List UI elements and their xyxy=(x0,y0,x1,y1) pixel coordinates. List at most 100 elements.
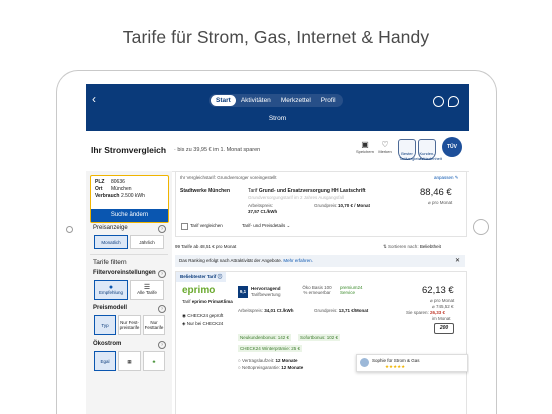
top-bar: ‹ Start Aktivitäten Merkzettel Profil St… xyxy=(86,84,469,131)
green-egal[interactable]: Egal xyxy=(94,351,116,371)
help-icon[interactable]: ? xyxy=(158,341,166,349)
baseline-base-price-label: Grundpreis: xyxy=(314,203,338,208)
edit-baseline-link[interactable]: anpassen ✎ xyxy=(434,175,459,181)
premium-badge: premium24 Service xyxy=(340,285,363,295)
help-icon[interactable]: ? xyxy=(158,305,166,313)
price-model-type[interactable]: Typ xyxy=(94,315,116,335)
ranking-info: Das Ranking erfolgt nach Attraktivität d… xyxy=(179,258,313,263)
popular-badge: Beliebtester Tarif ⓘ xyxy=(176,272,227,282)
baseline-provider: Stadtwerke München xyxy=(180,188,231,194)
baseline-card: Ihr Vergleichstarif: Grundversorger vore… xyxy=(175,171,467,237)
baseline-label: Ihr Vergleichstarif: Grundversorger vore… xyxy=(180,175,277,180)
tab-profil[interactable]: Profil xyxy=(316,95,341,106)
contract-term: ○ Vertragslaufzeit: 12 Monate xyxy=(238,358,298,363)
sort-dropdown[interactable]: ⇅ Sortieren nach: Beliebtheit xyxy=(383,244,441,250)
avatar xyxy=(360,358,369,367)
advisor-popup[interactable]: Sophie für Strom & Gas ★★★★★ xyxy=(356,354,468,372)
seal-badge: Bester Tarifvergleich xyxy=(398,139,423,160)
green-power-label: Ökostrom xyxy=(93,341,122,347)
rating-value: 9,1 xyxy=(238,286,248,298)
compare-checkbox[interactable] xyxy=(181,223,188,230)
check-icon: ○ xyxy=(238,358,241,363)
change-search-button[interactable]: Suche ändern xyxy=(91,209,168,222)
building-icon: ▦ xyxy=(127,358,132,364)
baseline-tariff: Tarif Grund- und Ersatzversorgung HH Las… xyxy=(248,188,366,194)
price-model-fixed-price[interactable]: Nur Fest-preistarife xyxy=(118,315,141,335)
close-icon[interactable]: ✕ xyxy=(455,257,460,264)
tab-merkzettel[interactable]: Merkzettel xyxy=(276,95,316,106)
filter-heading: Tarife filtern xyxy=(93,259,127,266)
advisor-name: Sophie für Strom & Gas xyxy=(372,358,420,363)
verbrauch-value: 2.500 kWh xyxy=(121,193,145,199)
tab-start[interactable]: Start xyxy=(211,95,236,106)
work-price: Arbeitspreis: 34,01 Ct./kWh xyxy=(238,308,294,313)
provider-logo: eprimo xyxy=(182,285,216,296)
price-model-fixed[interactable]: Nur Festtarife xyxy=(143,315,165,335)
bonus-instant: Sofortbonus: 102 € xyxy=(298,334,341,341)
help-icon[interactable]: ? xyxy=(158,270,166,278)
save-icon: ▣ xyxy=(361,140,369,149)
baseline-price: 88,46 € xyxy=(420,187,452,198)
green-option-2[interactable]: ▦ xyxy=(118,351,141,371)
tag-icon: ◈ xyxy=(182,321,186,326)
check24-verified: ◉ CHECK24 geprüft xyxy=(182,313,224,318)
presets-label: Filtervoreinstellungen xyxy=(93,270,156,276)
page-subtitle: Strom xyxy=(268,115,287,122)
filter-sidebar: PLZ 80636 Ort München Verbrauch 2.500 kWh S… xyxy=(86,171,172,414)
comparison-header: Ihr Stromvergleich · bis zu 39,95 € im 1… xyxy=(86,131,469,172)
chat-icon[interactable] xyxy=(448,96,459,107)
price-display-label: Preisanzeige xyxy=(93,225,128,231)
sort-icon: ⇅ xyxy=(383,244,387,249)
toggle-monthly[interactable]: Monatlich xyxy=(94,235,128,249)
compare-label: Tarif vergleichen xyxy=(190,223,223,228)
bonus-new-customer: Neukundenbonus: 142 € xyxy=(238,334,292,341)
price-model-label: Preismodell xyxy=(93,305,128,311)
green-option-3[interactable]: ♣ xyxy=(143,351,165,371)
offer-savings-sub: im Monat xyxy=(432,316,451,321)
check24-exclusive: ◈ Nur bei CHECK24 xyxy=(182,321,224,326)
toggle-yearly[interactable]: Jährlich xyxy=(130,235,164,249)
offer-price: 62,13 € xyxy=(422,285,454,296)
preset-all-tariffs[interactable]: ☰ Alle Tarife xyxy=(130,280,164,300)
savings-text: · bis zu 39,95 € im 1. Monat sparen xyxy=(174,147,261,153)
camera-icon xyxy=(66,226,73,233)
tab-aktivitaeten[interactable]: Aktivitäten xyxy=(236,95,276,106)
search-icon[interactable] xyxy=(433,96,444,107)
advisor-stars: ★★★★★ xyxy=(385,364,406,369)
save-button[interactable]: ▣ Speichern xyxy=(354,140,376,154)
baseline-note: Grundversorgungstarif im 2 Jahres Ausgan… xyxy=(248,195,345,200)
price-guarantee: ○ Nettopreisgarantie: 12 Monate xyxy=(238,365,304,370)
check-icon: ○ xyxy=(238,365,241,370)
offer-savings: Sie sparen: 26,33 € xyxy=(406,310,446,315)
results-count: 99 Tarife ab 48,51 € pro Monat xyxy=(175,244,237,249)
rating-label: Hervorragend xyxy=(251,286,281,291)
rating-sub: Tarifbewertung xyxy=(251,292,281,297)
divider xyxy=(90,254,168,255)
eco-label: Öko Basis 100 % erneuerbar xyxy=(302,285,332,295)
help-icon[interactable]: ? xyxy=(158,225,166,233)
pencil-icon: ✎ xyxy=(454,175,459,180)
seal-badge: Kunden-zufriedenheit xyxy=(418,139,442,160)
tuv-badge: TÜV xyxy=(442,137,462,157)
home-button xyxy=(473,219,489,235)
plz-value: 80636 xyxy=(111,179,125,185)
ort-value: München xyxy=(111,186,132,192)
bonus-winter: CHECK24 Winterprämie: 25 € xyxy=(238,345,303,352)
info-icon: ⓘ xyxy=(217,274,223,279)
learn-more-link[interactable]: Mehr erfahren. xyxy=(283,258,313,263)
calc-box: PLZ 80636 Ort München Verbrauch 2.500 kWh S… xyxy=(90,175,169,223)
base-price: Grundpreis: 13,71 €/Monat xyxy=(314,308,369,313)
leaf-icon: ♣ xyxy=(152,358,156,364)
offer-card: Beliebtester Tarif ⓘ eprimo Tarif eprimo… xyxy=(175,271,467,414)
back-icon[interactable]: ‹ xyxy=(92,92,96,106)
app-screen: ‹ Start Aktivitäten Merkzettel Profil St… xyxy=(86,84,469,414)
preset-recommendation[interactable]: ● Empfehlung xyxy=(94,280,128,300)
baseline-work-price-label: Arbeitspreis: xyxy=(248,203,274,208)
tariff-details-link[interactable]: Tarif- und Preisdetails ⌄ xyxy=(242,223,290,229)
tab-bar: Start Aktivitäten Merkzettel Profil xyxy=(209,94,343,107)
ecode-badge: 200 xyxy=(434,323,454,334)
baseline-work-price: 37,57 Ct./kWh xyxy=(248,209,278,214)
remember-button[interactable]: ♡ Merken xyxy=(374,140,396,154)
baseline-base-price: 10,70 € / Monat xyxy=(338,203,371,208)
page-title: Ihr Stromvergleich xyxy=(91,145,167,155)
